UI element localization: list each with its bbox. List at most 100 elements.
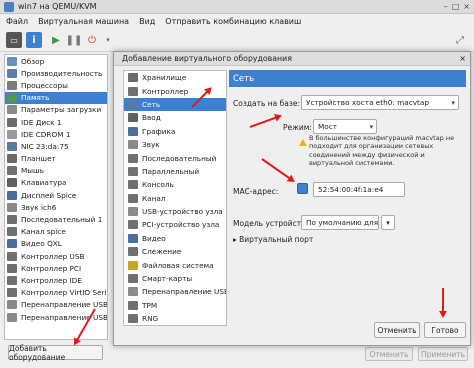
- sidebar-item[interactable]: Клавиатура: [5, 177, 107, 189]
- mode-select[interactable]: Мост ▾: [313, 119, 377, 134]
- mac-address-input[interactable]: 52:54:00:4f:1a:e4: [313, 182, 405, 197]
- close-button[interactable]: ×: [463, 2, 470, 11]
- item-label: TPM: [142, 300, 158, 310]
- smartcard-icon: [128, 274, 138, 284]
- sidebar-item[interactable]: Звук ich6: [5, 201, 107, 213]
- sidebar-item[interactable]: Канал spice: [5, 226, 107, 238]
- item-label: USB-устройство узла: [142, 207, 223, 217]
- close-icon[interactable]: ×: [459, 54, 466, 63]
- hardware-type-item[interactable]: Последовательный: [124, 151, 226, 164]
- hardware-type-item[interactable]: Канал: [124, 192, 226, 205]
- dialog-cancel-button[interactable]: Отменить: [374, 322, 420, 338]
- usb-icon: [128, 287, 138, 297]
- model-value: По умолчанию для гипе: [306, 218, 379, 227]
- pci-icon: [128, 220, 138, 230]
- sidebar-item[interactable]: IDE Диск 1: [5, 116, 107, 128]
- sidebar-item[interactable]: Контроллер IDE: [5, 274, 107, 286]
- sidebar-item[interactable]: Параметры загрузки: [5, 104, 107, 116]
- chevron-down-icon: ▾: [369, 123, 373, 131]
- main-window: win7 на QEMU/KVM – □ × Файл Виртуальная …: [0, 0, 474, 368]
- hardware-type-item[interactable]: TPM: [124, 299, 226, 312]
- hardware-type-item[interactable]: PCI-устройство узла: [124, 218, 226, 231]
- sidebar-item[interactable]: IDE CDROM 1: [5, 128, 107, 140]
- fullscreen-icon[interactable]: ⤢: [452, 32, 468, 48]
- filesystem-icon: [128, 260, 138, 270]
- hardware-type-item[interactable]: Сеть: [124, 97, 226, 112]
- model-dropdown-button[interactable]: ▾: [381, 215, 395, 230]
- hardware-type-item[interactable]: USB-устройство узла: [124, 205, 226, 218]
- usb-icon: [7, 312, 17, 322]
- menu-view[interactable]: Вид: [139, 17, 155, 26]
- sidebar-item[interactable]: Производительность: [5, 67, 107, 79]
- sidebar-item[interactable]: Мышь: [5, 165, 107, 177]
- sidebar-item[interactable]: Процессоры: [5, 79, 107, 91]
- sidebar-item[interactable]: NIC 23:da:75: [5, 140, 107, 152]
- menu-vm[interactable]: Виртуальная машина: [38, 17, 129, 26]
- hardware-type-item[interactable]: Смарт-карты: [124, 272, 226, 285]
- hardware-type-item[interactable]: Ввод: [124, 111, 226, 124]
- menu-bar: Файл Виртуальная машина Вид Отправить ко…: [0, 14, 474, 28]
- sidebar-item[interactable]: Последовательный 1: [5, 213, 107, 225]
- host-device-select[interactable]: Устройство хоста eth0: macvtap ▾: [301, 95, 459, 110]
- hardware-type-item[interactable]: Видео: [124, 232, 226, 245]
- parallel-icon: [128, 166, 138, 176]
- sidebar-item[interactable]: Планшет: [5, 153, 107, 165]
- item-label: RNG: [142, 314, 159, 324]
- controller-icon: [7, 275, 17, 285]
- mac-checkbox[interactable]: [297, 183, 308, 194]
- chevron-down-icon[interactable]: ▾: [100, 32, 116, 48]
- nic-icon: [7, 141, 17, 151]
- title-bar: win7 на QEMU/KVM – □ ×: [0, 0, 474, 14]
- console-icon: [128, 180, 138, 190]
- main-cancel-button[interactable]: Отменить: [365, 347, 413, 361]
- item-label: Дисплей Spice: [21, 190, 77, 200]
- hardware-type-item[interactable]: Консоль: [124, 178, 226, 191]
- sidebar-item[interactable]: Контроллер USB: [5, 250, 107, 262]
- hardware-type-item[interactable]: Перенаправление USB: [124, 285, 226, 298]
- add-hardware-button[interactable]: Добавить оборудование: [8, 344, 103, 362]
- pause-icon[interactable]: ❚❚: [66, 32, 83, 48]
- screen-icon[interactable]: ▭: [6, 32, 22, 48]
- item-label: Хранилище: [142, 73, 187, 83]
- power-icon[interactable]: ⏻: [84, 32, 100, 48]
- item-label: NIC 23:da:75: [21, 141, 69, 151]
- play-icon[interactable]: ▶: [48, 32, 64, 48]
- item-label: Перенаправление USB: [142, 287, 227, 297]
- menu-send-key[interactable]: Отправить комбинацию клавиш: [165, 17, 301, 26]
- item-label: Графика: [142, 126, 176, 136]
- maximize-button[interactable]: □: [452, 2, 460, 11]
- virtual-port-expander[interactable]: ▸ Виртуальный порт: [233, 235, 313, 244]
- info-icon[interactable]: i: [26, 32, 42, 48]
- network-icon: [128, 99, 138, 109]
- host-device-label: Создать на базе:: [233, 99, 301, 108]
- hardware-type-item[interactable]: Оповещение о панике: [124, 325, 226, 326]
- hardware-type-item[interactable]: Хранилище: [124, 71, 226, 84]
- sidebar-item[interactable]: Дисплей Spice: [5, 189, 107, 201]
- hardware-type-item[interactable]: RNG: [124, 312, 226, 325]
- sidebar-item[interactable]: Перенаправление USB 1: [5, 299, 107, 311]
- hardware-type-item[interactable]: Звук: [124, 138, 226, 151]
- dialog-finish-button[interactable]: Готово: [424, 322, 466, 338]
- sidebar-item[interactable]: Контроллер PCI: [5, 262, 107, 274]
- hardware-type-item[interactable]: Графика: [124, 125, 226, 138]
- sidebar-item[interactable]: Память: [5, 91, 107, 104]
- channel-icon: [128, 193, 138, 203]
- item-label: Планшет: [21, 154, 56, 164]
- sidebar-item[interactable]: Контроллер VirtIO Serial: [5, 287, 107, 299]
- minimize-button[interactable]: –: [444, 2, 448, 11]
- item-label: Канал: [142, 193, 166, 203]
- hardware-type-item[interactable]: Слежение: [124, 245, 226, 258]
- main-apply-button[interactable]: Применить: [418, 347, 468, 361]
- menu-file[interactable]: Файл: [6, 17, 28, 26]
- hardware-type-item[interactable]: Параллельный: [124, 165, 226, 178]
- toolbar: ▭ i ▶ ❚❚ ⏻ ▾ ⤢: [0, 28, 474, 52]
- item-label: Перенаправление USB 2: [21, 312, 108, 322]
- sidebar-item[interactable]: Обзор: [5, 55, 107, 67]
- disk-icon: [7, 117, 17, 127]
- item-label: Контроллер: [142, 86, 189, 96]
- overview-icon: [7, 56, 17, 66]
- model-select[interactable]: По умолчанию для гипе: [301, 215, 379, 230]
- sidebar-item[interactable]: Видео QXL: [5, 238, 107, 250]
- hardware-type-item[interactable]: Файловая система: [124, 258, 226, 271]
- item-label: Обзор: [21, 56, 45, 66]
